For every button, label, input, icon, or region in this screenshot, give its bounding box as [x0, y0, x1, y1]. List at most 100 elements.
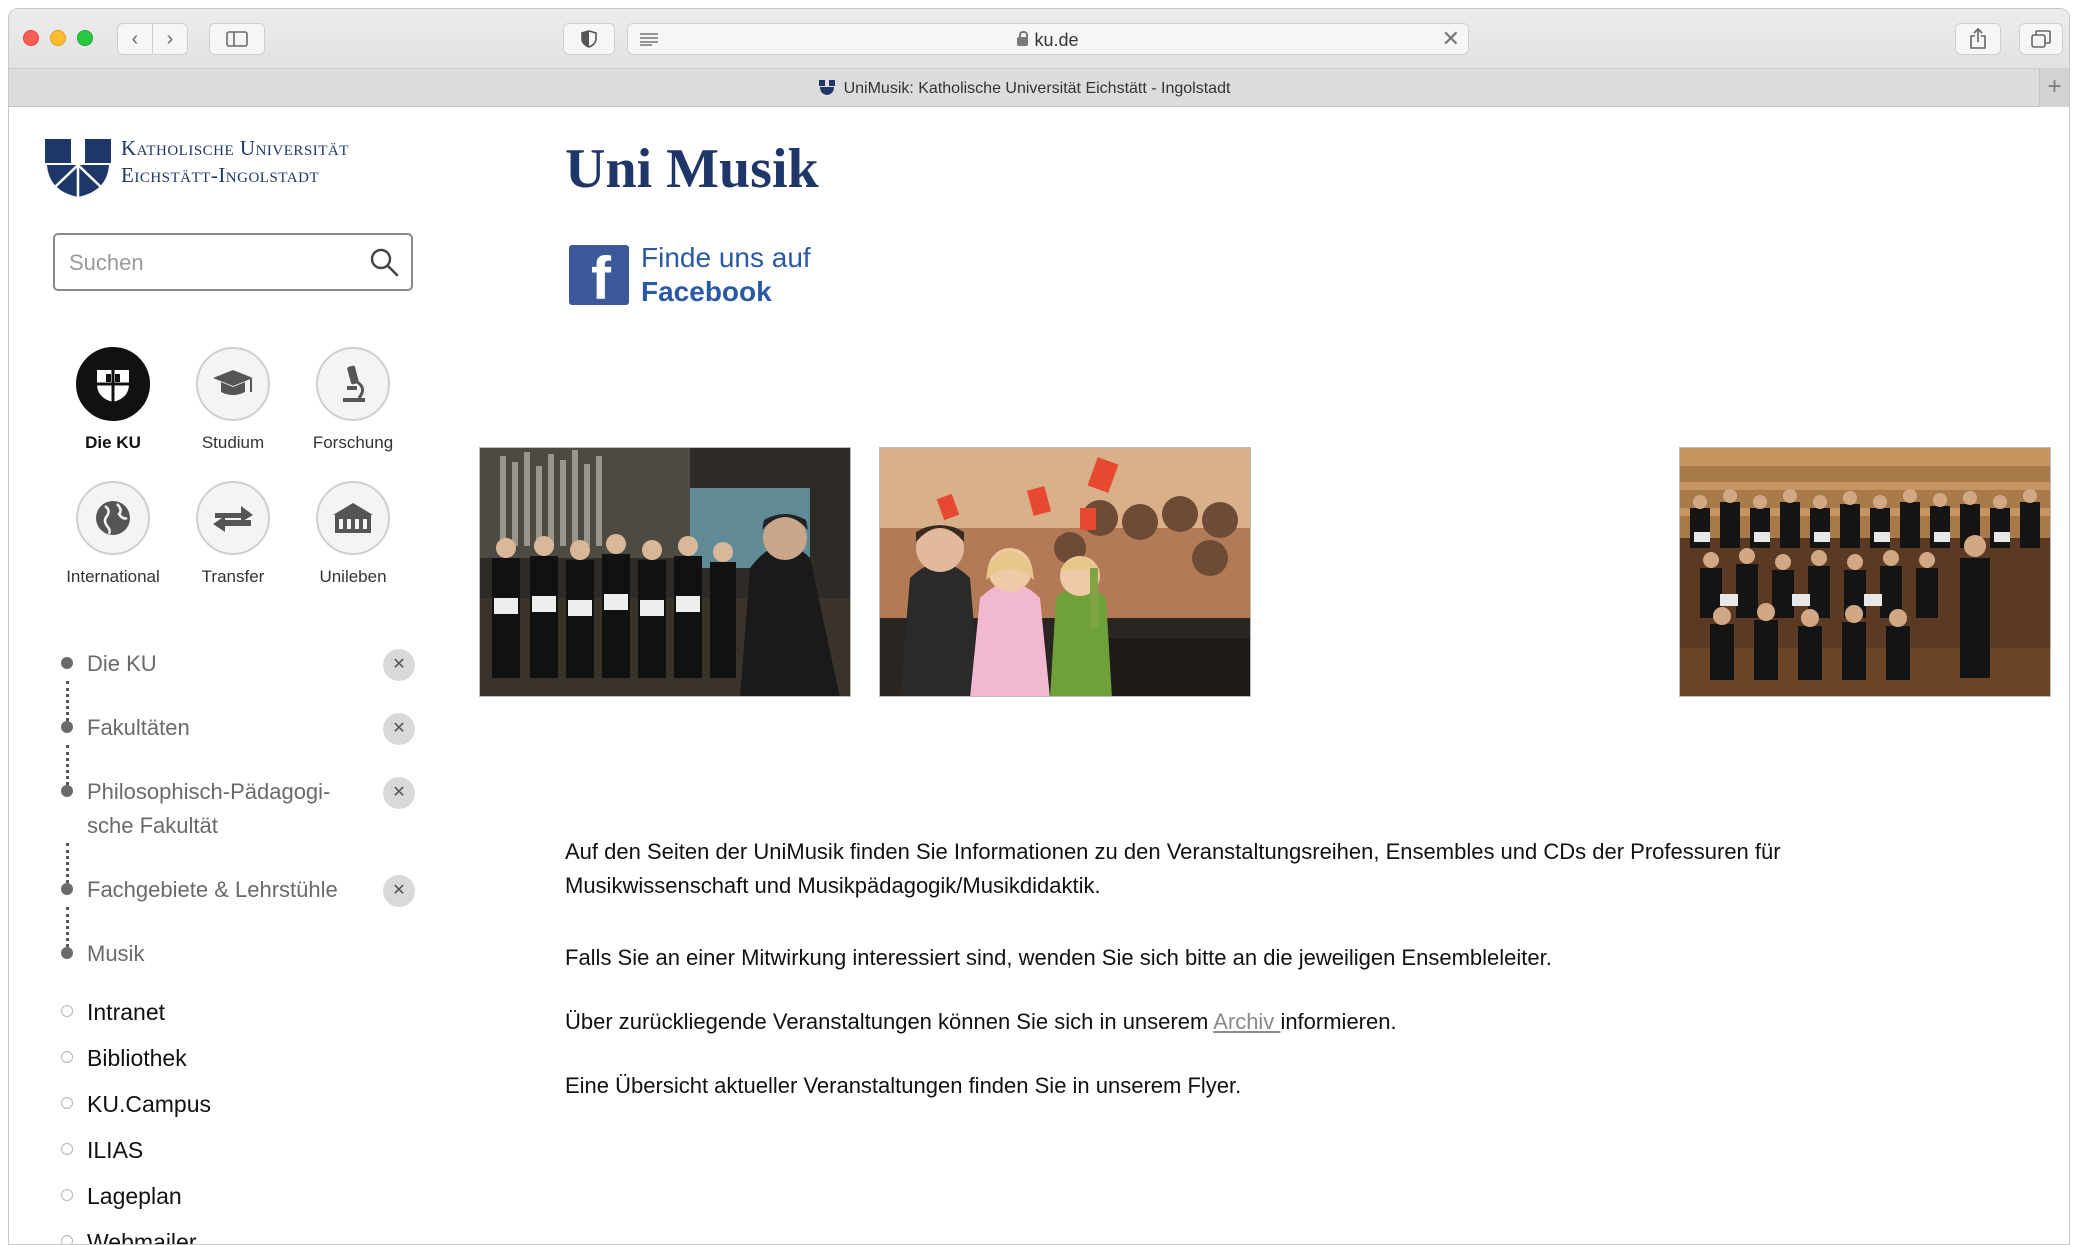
facebook-icon: f: [569, 245, 629, 305]
university-name: Katholische Universität Eichstätt-Ingols…: [121, 135, 349, 189]
chevron-left-icon: ‹: [131, 27, 139, 50]
archive-paragraph: Über zurückliegende Veranstaltungen könn…: [565, 1005, 1925, 1039]
nav-unileben[interactable]: Unileben: [293, 481, 413, 587]
quick-link-label: Intranet: [87, 999, 165, 1025]
remove-filter-icon[interactable]: ✕: [383, 649, 415, 681]
bullet-icon: [61, 721, 73, 733]
remove-filter-icon[interactable]: ✕: [383, 713, 415, 745]
nav-forschung[interactable]: Forschung: [293, 347, 413, 453]
privacy-report-button[interactable]: [563, 23, 615, 55]
nav-label: Transfer: [201, 567, 265, 586]
nav-studium[interactable]: Studium: [173, 347, 293, 453]
sidebar-toggle-button[interactable]: [209, 23, 265, 55]
breadcrumb-label: Fachgebiete & Lehrstühle: [87, 877, 338, 902]
tab-overview-button[interactable]: [2019, 23, 2063, 55]
breadcrumb-connector: [66, 843, 69, 883]
globe-icon: [96, 501, 130, 535]
logo-line-1: Katholische Universität: [121, 136, 349, 160]
browser-toolbar: ‹ › ku.de ✕: [9, 9, 2069, 69]
new-tab-button[interactable]: +: [2039, 69, 2069, 107]
search-input[interactable]: Suchen: [53, 233, 413, 291]
share-button[interactable]: [1955, 23, 2001, 55]
web-page: Katholische Universität Eichstätt-Ingols…: [9, 107, 2069, 1245]
quick-link-label: ILIAS: [87, 1137, 144, 1163]
tabs-icon: [2031, 30, 2051, 48]
nav-circle: [196, 481, 270, 555]
zoom-window-button[interactable]: [77, 30, 93, 46]
nav-circle: [316, 347, 390, 421]
breadcrumb-label: Die KU: [87, 651, 157, 676]
minimize-window-button[interactable]: [50, 30, 66, 46]
orchestra-photo[interactable]: [1679, 447, 2051, 697]
circle-bullet-icon: [61, 1143, 73, 1155]
facebook-link[interactable]: f Finde uns auf Facebook: [569, 241, 811, 309]
nav-label: Die KU: [85, 433, 141, 452]
archive-text-before: Über zurückliegende Veranstaltungen könn…: [565, 1009, 1214, 1034]
choir-photo[interactable]: [479, 447, 851, 697]
ku-logo-icon: [45, 139, 111, 197]
nav-circle: [76, 481, 150, 555]
circle-bullet-icon: [61, 1235, 73, 1244]
circle-bullet-icon: [61, 1189, 73, 1201]
reader-lines-icon: [640, 33, 658, 46]
university-logo[interactable]: Katholische Universität Eichstätt-Ingols…: [45, 135, 349, 199]
tab-title-text: UniMusik: Katholische Universität Eichst…: [843, 80, 1231, 97]
nav-label: Studium: [201, 433, 265, 452]
children-audience-photo[interactable]: [879, 447, 1251, 697]
remove-filter-icon[interactable]: ✕: [383, 875, 415, 907]
breadcrumb-connector: [66, 907, 69, 947]
bullet-icon: [61, 657, 73, 669]
quick-link-label: Lageplan: [87, 1183, 182, 1209]
bullet-icon: [61, 947, 73, 959]
participation-paragraph: Falls Sie an einer Mitwirkung interessie…: [565, 945, 1552, 970]
lock-icon: [1017, 31, 1029, 46]
building-icon: [333, 503, 373, 533]
nav-transfer[interactable]: Transfer: [173, 481, 293, 587]
quick-link-label: Bibliothek: [87, 1045, 187, 1071]
quick-link-label: Webmailer: [87, 1229, 197, 1245]
breadcrumb-label: Philosophisch-Pädagogi- sche Fakultät: [87, 779, 331, 838]
chevron-right-icon: ›: [166, 27, 174, 50]
page-title: Uni Musik: [565, 138, 819, 200]
facebook-line-2: Facebook: [641, 276, 772, 307]
ku-shield-icon: [97, 370, 129, 402]
breadcrumb-connector: [66, 681, 69, 721]
bullet-icon: [61, 785, 73, 797]
close-window-button[interactable]: [23, 30, 39, 46]
archive-link[interactable]: Archiv: [1213, 1009, 1280, 1034]
nav-international[interactable]: International: [53, 481, 173, 587]
tab-bar: UniMusik: Katholische Universität Eichst…: [9, 69, 2069, 107]
nav-label: Forschung: [312, 433, 394, 452]
nav-circle: [196, 347, 270, 421]
flyer-paragraph: Eine Übersicht aktueller Veranstaltungen…: [565, 1073, 1242, 1098]
arrows-exchange-icon: [213, 506, 253, 532]
forward-button[interactable]: ›: [152, 23, 188, 55]
breadcrumb-label: Fakultäten: [87, 715, 190, 740]
circle-bullet-icon: [61, 1051, 73, 1063]
quick-link-label: KU.Campus: [87, 1091, 211, 1117]
microscope-icon: [343, 365, 365, 402]
ku-favicon-icon: [818, 80, 835, 95]
nav-label: Unileben: [319, 567, 387, 586]
sidebar-icon: [226, 31, 248, 47]
remove-filter-icon[interactable]: ✕: [383, 777, 415, 809]
bullet-icon: [61, 883, 73, 895]
graduation-cap-icon: [213, 370, 253, 395]
address-bar[interactable]: ku.de ✕: [627, 23, 1469, 55]
nav-circle: [316, 481, 390, 555]
search-icon[interactable]: [369, 247, 399, 277]
url-text: ku.de: [1034, 30, 1079, 50]
nav-die-ku[interactable]: Die KU: [53, 347, 173, 453]
active-tab[interactable]: UniMusik: Katholische Universität Eichst…: [9, 78, 2039, 98]
nav-circle: [76, 347, 150, 421]
browser-window: ‹ › ku.de ✕ UniMusik: Katholische Univer…: [8, 8, 2070, 1245]
back-button[interactable]: ‹: [117, 23, 153, 55]
search-placeholder: Suchen: [69, 250, 144, 275]
reader-view-button[interactable]: [627, 23, 671, 55]
logo-line-2: Eichstätt-Ingolstadt: [121, 163, 320, 187]
share-icon: [1970, 28, 1986, 49]
facebook-line-1: Finde uns auf: [641, 242, 811, 273]
stop-loading-icon[interactable]: ✕: [1442, 26, 1460, 52]
breadcrumb-connector: [66, 745, 69, 785]
archive-text-after: informieren.: [1280, 1009, 1397, 1034]
